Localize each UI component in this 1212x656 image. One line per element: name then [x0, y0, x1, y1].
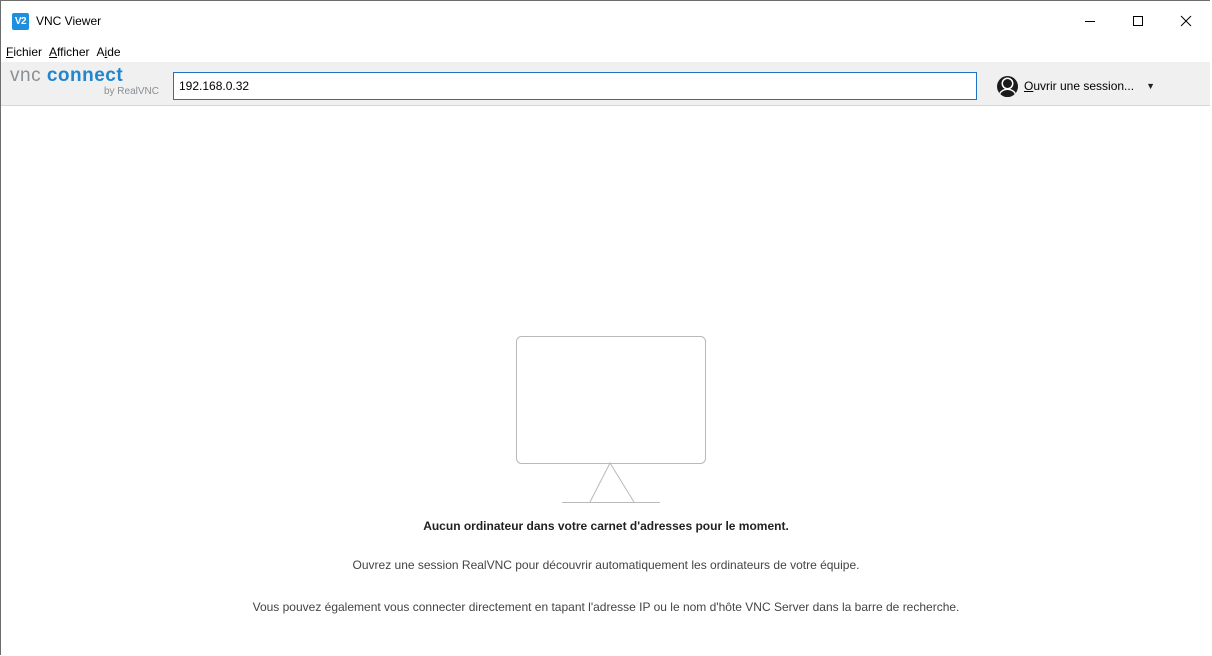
chevron-down-icon[interactable]: ▼ — [1146, 81, 1155, 91]
menu-bar: Fichier Afficher Aide — [1, 41, 1210, 62]
maximize-button[interactable] — [1114, 1, 1162, 41]
window-controls — [1066, 1, 1210, 41]
logo-wordmark: vnc connect — [10, 64, 124, 86]
sign-in-button[interactable]: Ouvrir une session... ▼ — [997, 73, 1155, 99]
empty-state-hint-connect: Vous pouvez également vous connecter dir… — [252, 600, 960, 614]
toolbar: vnc connect by RealVNC Ouvrir une sessio… — [1, 62, 1210, 106]
vnc-connect-logo: vnc connect by RealVNC — [1, 62, 161, 106]
minimize-icon — [1085, 21, 1095, 22]
menu-aide[interactable]: Aide — [96, 45, 126, 59]
window-title: VNC Viewer — [36, 14, 102, 28]
vnc-app-icon: V2 — [12, 12, 29, 30]
address-search-input[interactable] — [173, 72, 977, 100]
address-book-area: Aucun ordinateur dans votre carnet d'adr… — [1, 106, 1210, 655]
menu-afficher[interactable]: Afficher — [48, 45, 94, 59]
logo-byline: by RealVNC — [103, 85, 159, 97]
close-icon — [1180, 15, 1192, 27]
empty-state-hint-signin: Ouvrez une session RealVNC pour découvri… — [352, 558, 860, 572]
vnc-viewer-window: V2 VNC Viewer Fichier Afficher Aide vnc … — [0, 0, 1210, 655]
title-bar: V2 VNC Viewer — [1, 1, 1210, 41]
monitor-icon — [516, 336, 706, 503]
maximize-icon — [1133, 16, 1143, 26]
sign-in-label: Ouvrir une session... — [1024, 79, 1135, 93]
close-button[interactable] — [1162, 1, 1210, 41]
menu-fichier[interactable]: Fichier — [5, 45, 47, 59]
user-avatar-icon — [997, 75, 1018, 97]
minimize-button[interactable] — [1066, 1, 1114, 41]
empty-state-title: Aucun ordinateur dans votre carnet d'adr… — [423, 519, 789, 533]
